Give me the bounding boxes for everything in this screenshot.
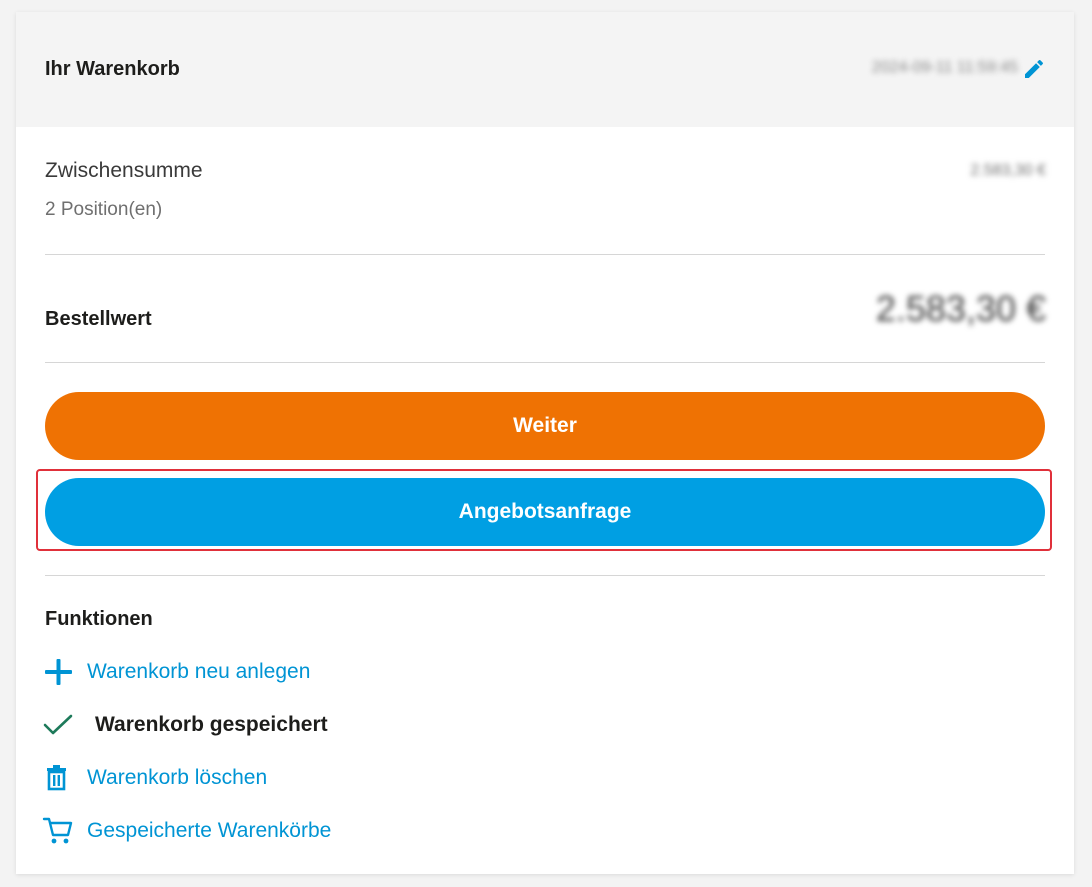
positions-count: 2 Position(en)	[45, 199, 163, 220]
new-cart-link[interactable]: Warenkorb neu anlegen	[42, 657, 310, 687]
new-cart-label[interactable]: Warenkorb neu anlegen	[87, 660, 310, 684]
trash-icon	[42, 763, 74, 793]
cart-summary-card: Ihr Warenkorb 2024-09-11 11:59:45 Zwisch…	[16, 12, 1074, 874]
divider	[45, 362, 1045, 363]
saved-cart-label: Warenkorb gespeichert	[95, 713, 328, 736]
saved-carts-link[interactable]: Gespeicherte Warenkörbe	[42, 816, 331, 846]
pencil-icon[interactable]	[1022, 57, 1046, 81]
delete-cart-link[interactable]: Warenkorb löschen	[42, 763, 267, 793]
divider	[45, 575, 1045, 576]
order-value: 2.583,30 €	[875, 288, 1046, 329]
order-value-label: Bestellwert	[45, 308, 152, 330]
plus-icon	[42, 657, 74, 687]
saved-cart-status: Warenkorb gespeichert	[42, 710, 328, 740]
saved-carts-label[interactable]: Gespeicherte Warenkörbe	[87, 819, 331, 843]
continue-button[interactable]: Weiter	[45, 392, 1045, 460]
functions-title: Funktionen	[45, 608, 153, 630]
delete-cart-label[interactable]: Warenkorb löschen	[87, 766, 267, 790]
cart-title: Ihr Warenkorb	[45, 58, 180, 80]
cart-date: 2024-09-11 11:59:45	[871, 59, 1018, 76]
check-icon	[42, 710, 74, 740]
cart-icon	[42, 816, 74, 846]
cart-header: Ihr Warenkorb 2024-09-11 11:59:45	[16, 12, 1074, 127]
subtotal-label: Zwischensumme	[45, 159, 203, 182]
divider	[45, 254, 1045, 255]
subtotal-value: 2.583,30 €	[970, 162, 1046, 179]
quote-request-button[interactable]: Angebotsanfrage	[45, 478, 1045, 546]
